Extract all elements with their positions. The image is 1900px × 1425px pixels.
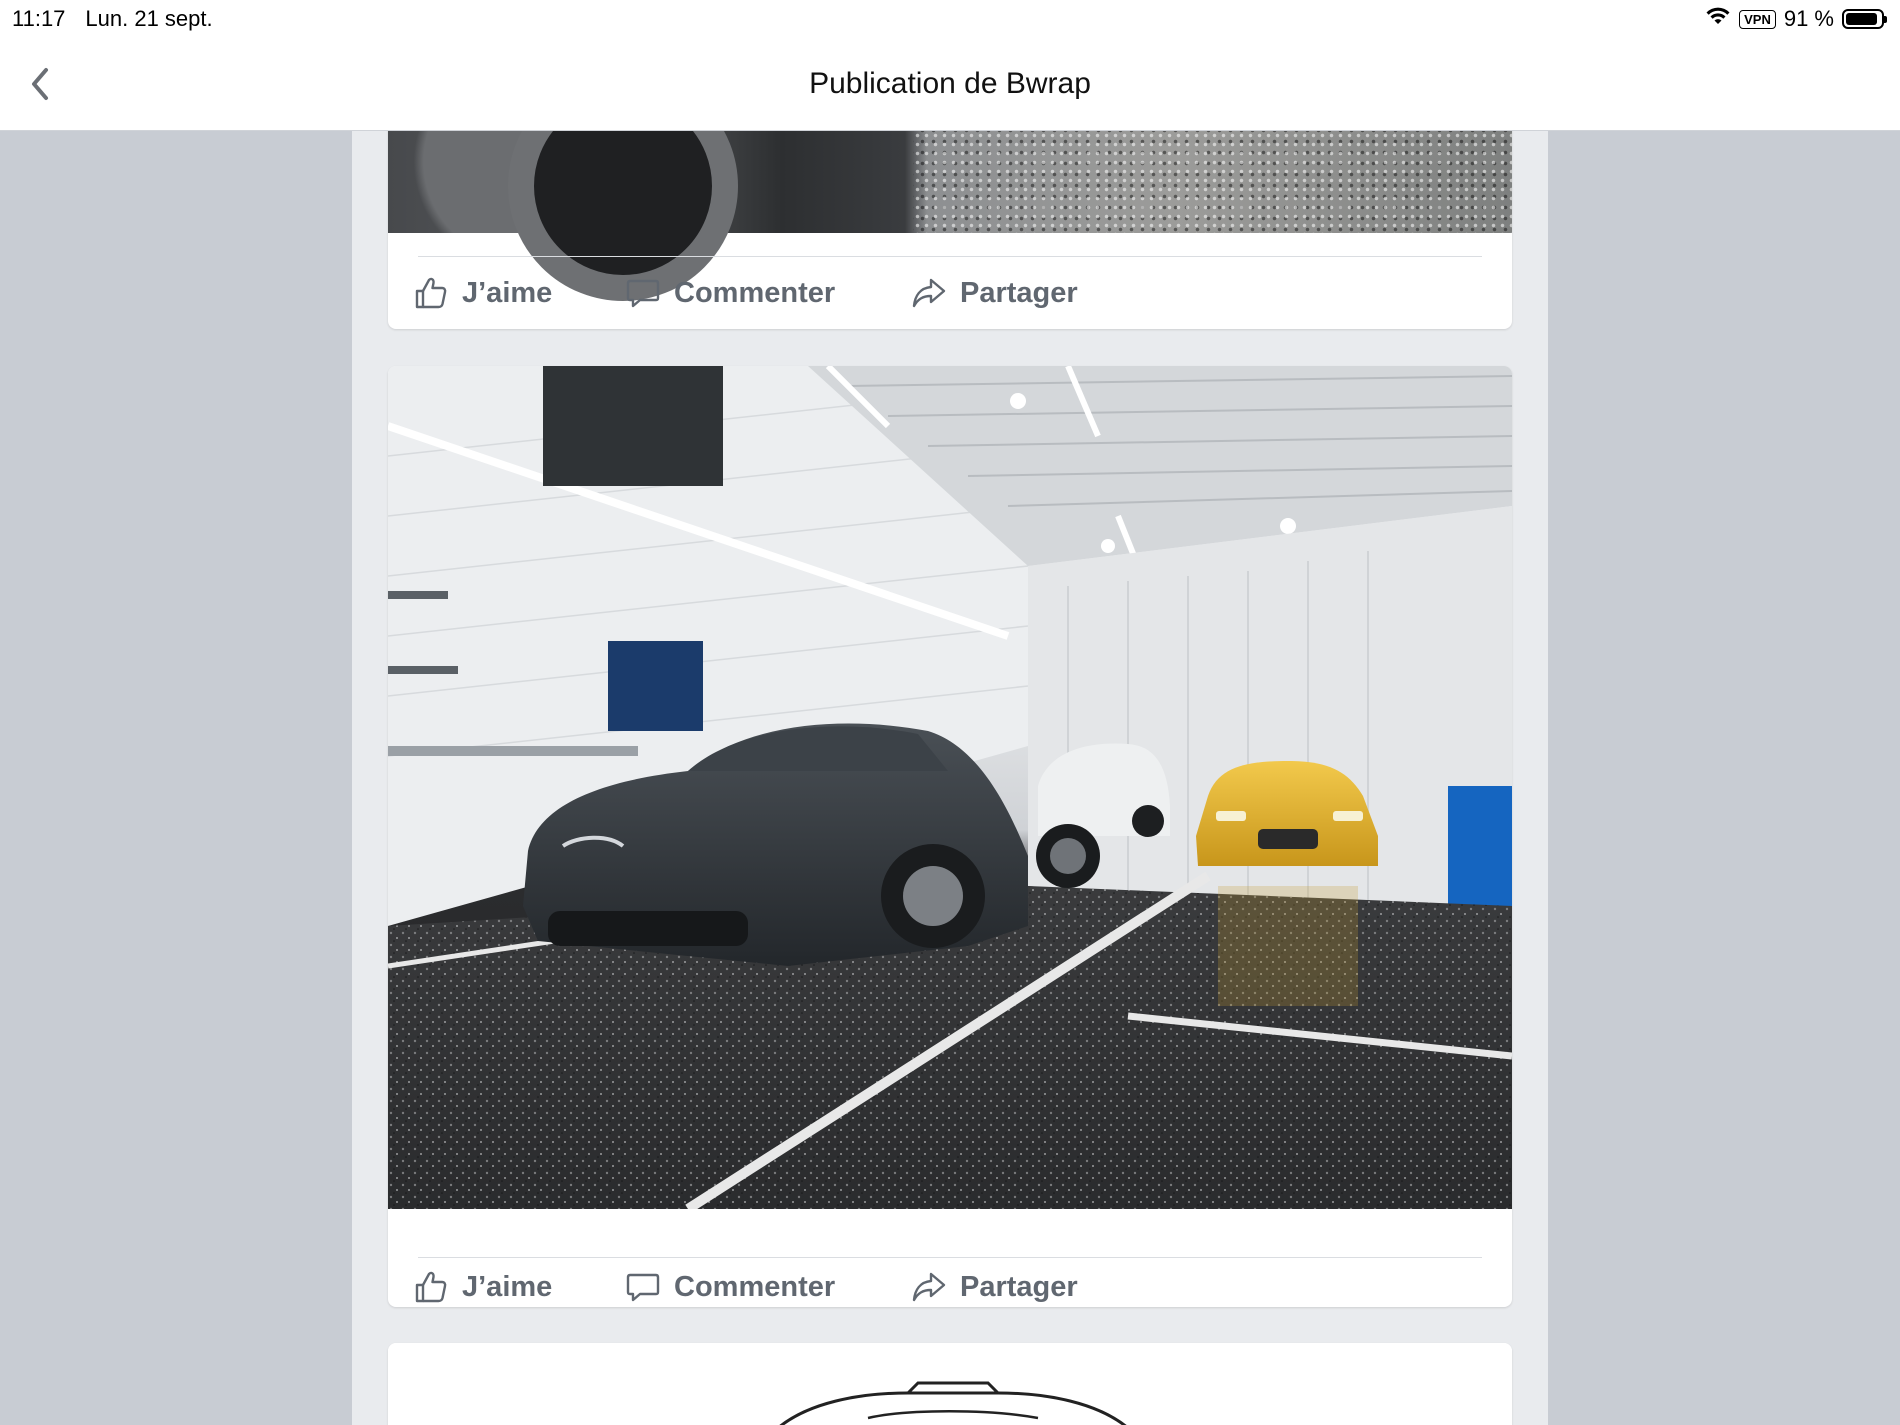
post-photo[interactable]	[388, 131, 1512, 301]
post-card: J’aime Commenter Partager	[388, 131, 1512, 329]
status-time: 11:17	[12, 6, 66, 31]
comment-icon	[626, 279, 660, 308]
share-icon	[912, 278, 946, 308]
back-chevron-icon[interactable]	[26, 64, 54, 104]
like-icon	[415, 1271, 447, 1303]
comment-label: Commenter	[674, 1270, 836, 1303]
comment-button[interactable]: Commenter	[624, 268, 835, 318]
comment-label: Commenter	[674, 276, 836, 309]
post-card	[388, 1343, 1512, 1425]
comment-icon	[626, 1273, 660, 1302]
status-date: Lun. 21 sept.	[85, 6, 213, 31]
like-label: J’aime	[462, 276, 553, 309]
post-action-bar: J’aime Commenter Partager	[388, 256, 1512, 329]
divider	[418, 1257, 1482, 1258]
status-bar: 11:17 Lun. 21 sept. VPN 91 %	[0, 0, 1900, 38]
vpn-badge: VPN	[1739, 9, 1776, 29]
like-label: J’aime	[462, 1270, 553, 1303]
divider	[418, 256, 1482, 257]
car-outline-illustration	[779, 1381, 1127, 1425]
share-button[interactable]: Partager	[910, 268, 1078, 318]
comment-button[interactable]: Commenter	[624, 1262, 835, 1307]
post-action-bar: J’aime Commenter Partager	[388, 1234, 1512, 1307]
post-card: J’aime Commenter Partager	[388, 366, 1512, 1307]
battery-percent: 91 %	[1783, 6, 1834, 31]
post-feed[interactable]: J’aime Commenter Partager J’aime Comment…	[352, 131, 1548, 1425]
page-title: Publication de Bwrap	[809, 67, 1091, 100]
post-photo[interactable]	[388, 366, 1512, 1209]
wifi-icon	[1705, 6, 1731, 32]
photo-floor	[913, 131, 1512, 233]
like-button[interactable]: J’aime	[412, 268, 552, 318]
like-button[interactable]: J’aime	[412, 1262, 552, 1307]
nav-bar: Publication de Bwrap	[0, 38, 1900, 131]
share-button[interactable]: Partager	[910, 1262, 1078, 1307]
like-icon	[415, 277, 447, 309]
share-label: Partager	[960, 1270, 1078, 1303]
share-label: Partager	[960, 276, 1078, 309]
post-photo[interactable]	[388, 1343, 1512, 1425]
garage-photo-illustration	[388, 366, 1512, 1209]
share-icon	[912, 1272, 946, 1302]
battery-fill	[1846, 13, 1877, 25]
battery-icon	[1842, 9, 1887, 29]
